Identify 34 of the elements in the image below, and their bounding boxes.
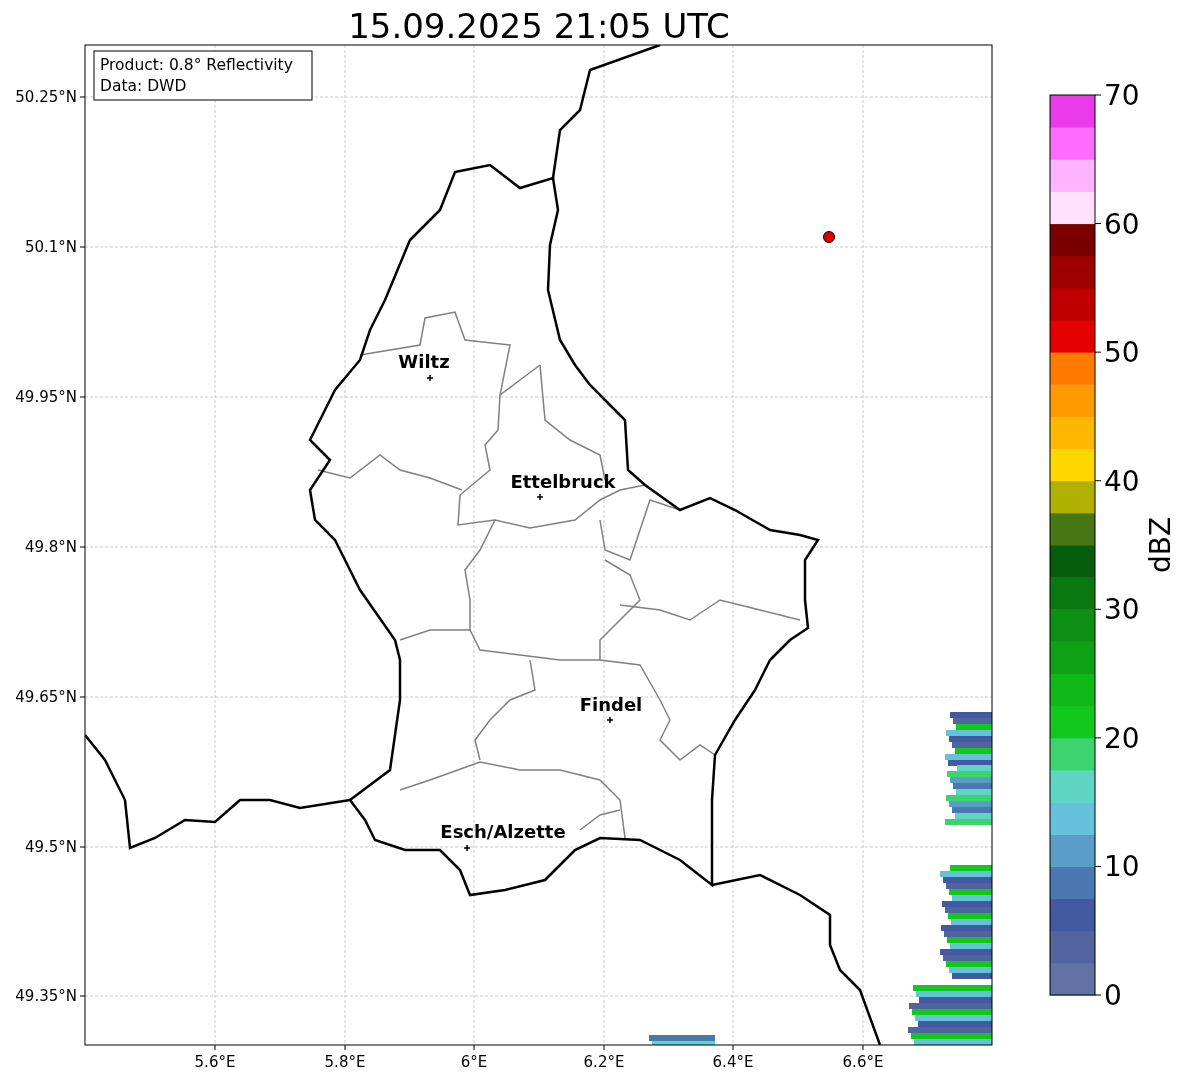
radar-site-marker [823, 231, 835, 243]
latitude-label: 50.1°N [24, 238, 77, 256]
colorbar-label: dBZ [1144, 516, 1177, 574]
colorbar-tick-label: 0 [1104, 979, 1122, 1012]
longitude-label: 6°E [460, 1053, 488, 1071]
longitude-label: 5.6°E [194, 1053, 236, 1071]
colorbar-tick-label: 30 [1104, 593, 1140, 627]
city-label: Findel [579, 694, 643, 715]
city-marker-icon [536, 493, 544, 501]
colorbar-tick-label: 70 [1104, 79, 1140, 112]
colorbar-tick-label: 60 [1104, 207, 1140, 241]
colorbar-tick-label: 20 [1104, 721, 1140, 755]
city-marker-icon [426, 374, 434, 382]
info-text: Data: DWD [100, 77, 187, 95]
latitude-label: 49.35°N [15, 987, 77, 1005]
latitude-label: 49.65°N [15, 688, 77, 706]
info-text: Product: 0.8° Reflectivity [100, 56, 293, 74]
longitude-label: 6.2°E [583, 1053, 625, 1071]
city-label: Ettelbruck [510, 471, 616, 492]
chart-title: 15.09.2025 21:05 UTC [348, 6, 730, 46]
colorbar-tick-label: 10 [1104, 850, 1140, 884]
latitude-label: 50.25°N [15, 88, 77, 106]
city-marker-icon [463, 844, 471, 852]
colorbar-tick-label: 40 [1104, 464, 1140, 498]
latitude-label: 49.95°N [15, 388, 77, 406]
city-label: Wiltz [398, 351, 450, 372]
longitude-label: 5.8°E [324, 1053, 366, 1071]
longitude-label: 6.6°E [842, 1053, 884, 1071]
latitude-label: 49.5°N [24, 838, 77, 856]
city-marker-icon [606, 716, 614, 724]
colorbar-tick-label: 50 [1104, 336, 1140, 370]
latitude-label: 49.8°N [24, 538, 77, 556]
city-label: Esch/Alzette [440, 821, 566, 842]
longitude-label: 6.4°E [712, 1053, 754, 1071]
